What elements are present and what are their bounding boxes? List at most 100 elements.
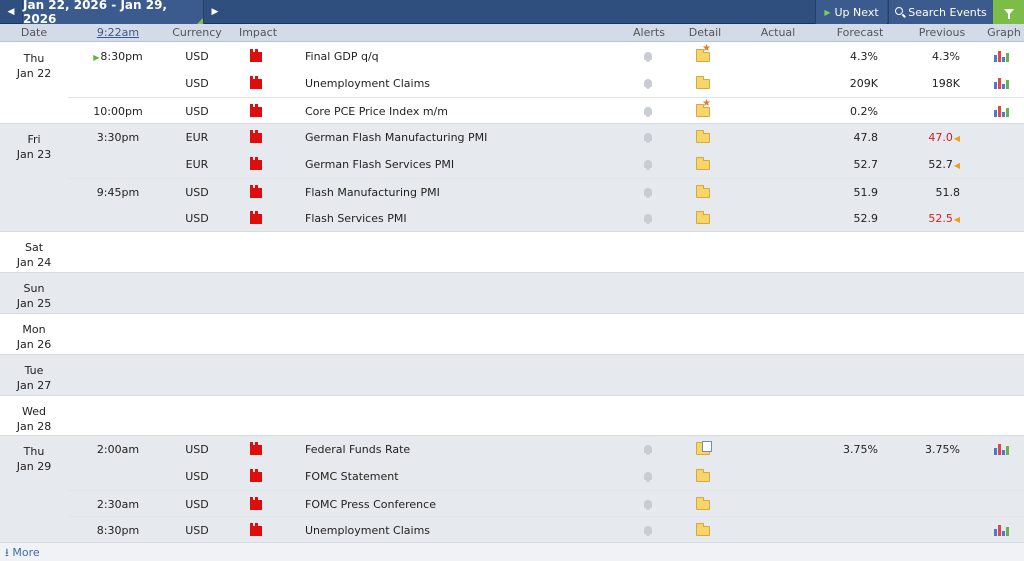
- detail-cell[interactable]: [696, 151, 714, 178]
- folder-icon[interactable]: [696, 185, 710, 198]
- alert-cell[interactable]: [642, 463, 656, 490]
- event-title[interactable]: Unemployment Claims: [305, 517, 635, 544]
- event-title[interactable]: Flash Services PMI: [305, 205, 635, 232]
- folder-star-icon[interactable]: [696, 99, 711, 117]
- graph-cell[interactable]: [994, 436, 1010, 463]
- detail-cell[interactable]: [696, 436, 714, 463]
- bell-icon[interactable]: [644, 79, 652, 89]
- bar-chart-icon[interactable]: [994, 77, 1010, 89]
- folder-icon[interactable]: [696, 469, 710, 482]
- next-week-button[interactable]: ▶: [204, 0, 226, 24]
- filter-button[interactable]: [993, 0, 1024, 24]
- bell-icon[interactable]: [644, 526, 652, 536]
- alert-cell[interactable]: [642, 124, 656, 151]
- alert-cell[interactable]: [642, 436, 656, 463]
- event-row[interactable]: 10:00pm USD Core PCE Price Index m/m 0.2%: [68, 97, 1024, 124]
- graph-cell[interactable]: [994, 98, 1010, 125]
- impact-cell: [248, 491, 266, 518]
- event-title[interactable]: German Flash Manufacturing PMI: [305, 124, 635, 151]
- bell-icon[interactable]: [644, 500, 652, 510]
- detail-cell[interactable]: [696, 517, 714, 544]
- bar-chart-icon[interactable]: [994, 105, 1010, 117]
- graph-cell[interactable]: [994, 70, 1010, 97]
- bell-icon[interactable]: [644, 445, 652, 455]
- alert-cell[interactable]: [642, 151, 656, 178]
- impact-cell: [248, 179, 266, 206]
- bell-icon[interactable]: [644, 472, 652, 482]
- event-forecast: 209K: [849, 77, 878, 90]
- detail-cell[interactable]: [696, 463, 714, 490]
- event-title[interactable]: Federal Funds Rate: [305, 436, 635, 463]
- impact-cell: [248, 436, 266, 463]
- folder-icon[interactable]: [696, 497, 710, 510]
- event-row[interactable]: 3:30pm EUR German Flash Manufacturing PMI 4…: [68, 124, 1024, 151]
- bell-icon[interactable]: [644, 133, 652, 143]
- day-group: Sun Jan 25: [0, 273, 1024, 314]
- detail-cell[interactable]: [696, 70, 714, 97]
- event-title[interactable]: Final GDP q/q: [305, 43, 635, 70]
- folder-icon[interactable]: [696, 523, 710, 536]
- bar-chart-icon[interactable]: [994, 50, 1010, 62]
- folder-icon[interactable]: [696, 76, 710, 89]
- detail-cell[interactable]: [696, 98, 714, 125]
- date-range-selector[interactable]: Jan 22, 2026 - Jan 29, 2026: [22, 0, 204, 26]
- header-current-time[interactable]: 9:22am: [78, 24, 158, 42]
- event-time-label: 9:45pm: [96, 186, 140, 199]
- up-next-button[interactable]: ▶ Up Next: [815, 0, 887, 24]
- event-title[interactable]: Flash Manufacturing PMI: [305, 179, 635, 206]
- event-row[interactable]: 2:00am USD Federal Funds Rate 3.75% 3.75%: [68, 436, 1024, 463]
- calendar-toolbar: ◀ Jan 22, 2026 - Jan 29, 2026 ▶ ▶ Up Nex…: [0, 0, 1024, 26]
- alert-cell[interactable]: [642, 70, 656, 97]
- day-date-cell: Tue Jan 27: [0, 355, 68, 393]
- search-events-button[interactable]: Search Events: [888, 0, 993, 24]
- folder-icon[interactable]: [696, 211, 710, 224]
- day-date-cell: Wed Jan 28: [0, 396, 68, 434]
- bar-chart-icon[interactable]: [994, 524, 1010, 536]
- event-title[interactable]: Core PCE Price Index m/m: [305, 98, 635, 125]
- folder-doc-icon[interactable]: [696, 441, 712, 455]
- event-row[interactable]: 2:30am USD FOMC Press Conference: [68, 490, 1024, 517]
- event-forecast: 0.2%: [850, 105, 878, 118]
- event-title[interactable]: German Flash Services PMI: [305, 151, 635, 178]
- weekday-label: Sat: [24, 241, 44, 254]
- detail-cell[interactable]: [696, 205, 714, 232]
- event-title[interactable]: FOMC Press Conference: [305, 491, 635, 518]
- impact-cell: [248, 151, 266, 178]
- more-link[interactable]: ⭳ More: [0, 542, 1024, 561]
- alert-cell[interactable]: [642, 491, 656, 518]
- event-row[interactable]: USD FOMC Statement: [68, 463, 1024, 490]
- alert-cell[interactable]: [642, 517, 656, 544]
- event-row[interactable]: USD Flash Services PMI 52.9 52.5◀: [68, 205, 1024, 232]
- bell-icon[interactable]: [644, 160, 652, 170]
- alert-cell[interactable]: [642, 179, 656, 206]
- event-row[interactable]: EUR German Flash Services PMI 52.7 52.7◀: [68, 151, 1024, 178]
- bar-chart-icon[interactable]: [994, 443, 1010, 455]
- folder-icon[interactable]: [696, 130, 710, 143]
- alert-cell[interactable]: [642, 205, 656, 232]
- bell-icon[interactable]: [644, 214, 652, 224]
- bell-icon[interactable]: [644, 52, 652, 62]
- bell-icon[interactable]: [644, 188, 652, 198]
- event-time-label: 8:30pm: [96, 524, 140, 537]
- detail-cell[interactable]: [696, 179, 714, 206]
- event-row[interactable]: USD Unemployment Claims 209K 198K: [68, 70, 1024, 97]
- event-forecast: [783, 517, 878, 544]
- graph-cell[interactable]: [994, 43, 1010, 70]
- event-title[interactable]: Unemployment Claims: [305, 70, 635, 97]
- folder-star-icon[interactable]: [696, 44, 711, 62]
- previous-week-button[interactable]: ◀: [0, 0, 22, 24]
- event-row[interactable]: 8:30pm USD Unemployment Claims: [68, 516, 1024, 543]
- detail-cell[interactable]: [696, 491, 714, 518]
- alert-cell[interactable]: [642, 43, 656, 70]
- day-group: Fri Jan 23 3:30pm EUR German Flash Manufact…: [0, 124, 1024, 232]
- detail-cell[interactable]: [696, 124, 714, 151]
- event-title[interactable]: FOMC Statement: [305, 463, 635, 490]
- alert-cell[interactable]: [642, 98, 656, 125]
- graph-cell[interactable]: [994, 517, 1010, 544]
- folder-icon[interactable]: [696, 157, 710, 170]
- event-row[interactable]: ▶8:30pm USD Final GDP q/q 4.3% 4.3%: [68, 43, 1024, 70]
- bell-icon[interactable]: [644, 107, 652, 117]
- header-forecast: Forecast: [836, 26, 884, 39]
- detail-cell[interactable]: [696, 43, 714, 70]
- event-row[interactable]: 9:45pm USD Flash Manufacturing PMI 51.9 51.8: [68, 178, 1024, 205]
